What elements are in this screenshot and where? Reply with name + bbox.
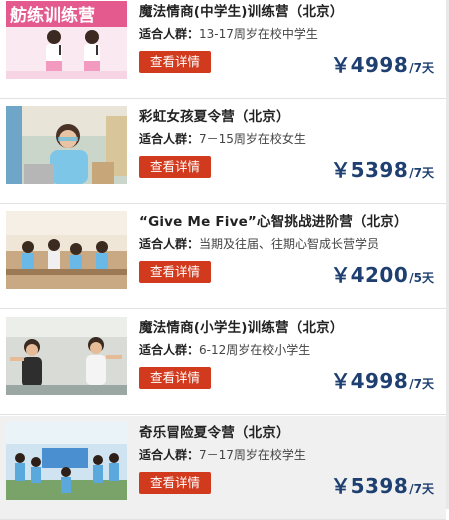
price-amount: 4998 [350,369,409,393]
view-details-button[interactable]: 查看详情 [139,367,211,389]
camp-item-3: “Give Me Five”心智挑战进阶营（北京） 适合人群：当期及往届、往期心… [0,205,446,309]
price-amount: 5398 [350,474,409,498]
price: ￥5398/7天 [331,154,434,183]
camp-title[interactable]: 魔法情商(中学生)训练营（北京） [139,0,344,20]
camp-photo[interactable] [6,317,127,395]
currency-symbol: ￥ [330,53,351,77]
price-amount: 4200 [350,263,409,287]
price: ￥4998/7天 [331,49,434,78]
audience-label: 适合人群： [139,237,200,251]
audience-label: 适合人群： [139,343,200,357]
currency-symbol: ￥ [330,158,351,182]
currency-symbol: ￥ [330,369,351,393]
price: ￥4200/5天 [331,259,434,288]
camp-item-2: 彩虹女孩夏令营（北京） 适合人群：7－15周岁在校女生 查看详情 ￥5398/7… [0,100,446,204]
camp-photo-image [6,422,127,500]
view-details-button[interactable]: 查看详情 [139,261,211,283]
camp-photo[interactable] [6,422,127,500]
price-unit: /7天 [409,377,434,391]
camp-photo[interactable] [6,211,127,289]
price: ￥4998/7天 [331,365,434,394]
currency-symbol: ￥ [330,263,351,287]
camp-title[interactable]: “Give Me Five”心智挑战进阶营（北京） [139,210,408,230]
price-amount: 4998 [350,53,409,77]
camp-photo[interactable]: 舫练训练营 [6,1,127,79]
camp-photo[interactable] [6,106,127,184]
view-details-button[interactable]: 查看详情 [139,51,211,73]
price-unit: /7天 [409,166,434,180]
audience-info: 适合人群：13-17周岁在校中学生 [139,25,318,42]
camp-title[interactable]: 魔法情商(小学生)训练营（北京） [139,316,344,336]
camp-title[interactable]: 奇乐冒险夏令营（北京） [139,421,290,441]
audience-value: 13-17周岁在校中学生 [199,27,318,41]
camp-photo-image: 舫练训练营 [6,1,127,79]
audience-info: 适合人群：7－15周岁在校女生 [139,130,306,147]
audience-info: 适合人群：当期及往届、往期心智成长营学员 [139,235,379,252]
price-amount: 5398 [350,158,409,182]
price-unit: /7天 [409,61,434,75]
view-details-button[interactable]: 查看详情 [139,472,211,494]
camp-title[interactable]: 彩虹女孩夏令营（北京） [139,105,290,125]
camp-item-4: 魔法情商(小学生)训练营（北京） 适合人群：6-12周岁在校小学生 查看详情 ￥… [0,311,446,415]
camp-photo-image [6,106,127,184]
currency-symbol: ￥ [330,474,351,498]
camp-item-5: 奇乐冒险夏令营（北京） 适合人群：7－17周岁在校学生 查看详情 ￥5398/7… [0,416,446,520]
audience-label: 适合人群： [139,27,200,41]
audience-value: 7－17周岁在校学生 [199,448,306,462]
audience-label: 适合人群： [139,448,200,462]
banner-text: 舫练训练营 [10,5,95,26]
audience-label: 适合人群： [139,132,200,146]
audience-value: 6-12周岁在校小学生 [199,343,311,357]
audience-value: 当期及往届、往期心智成长营学员 [199,237,380,251]
audience-info: 适合人群：7－17周岁在校学生 [139,446,306,463]
camp-list: 舫练训练营 魔法情商(中学生)训练营（北京） 适合人群：13-17周岁在校中学生… [0,0,449,520]
audience-value: 7－15周岁在校女生 [199,132,306,146]
view-details-button[interactable]: 查看详情 [139,156,211,178]
camp-photo-image [6,317,127,395]
price: ￥5398/7天 [331,470,434,499]
camp-item-1: 舫练训练营 魔法情商(中学生)训练营（北京） 适合人群：13-17周岁在校中学生… [0,0,446,99]
price-unit: /7天 [409,482,434,496]
price-unit: /5天 [409,271,434,285]
camp-photo-image [6,211,127,289]
audience-info: 适合人群：6-12周岁在校小学生 [139,341,310,358]
